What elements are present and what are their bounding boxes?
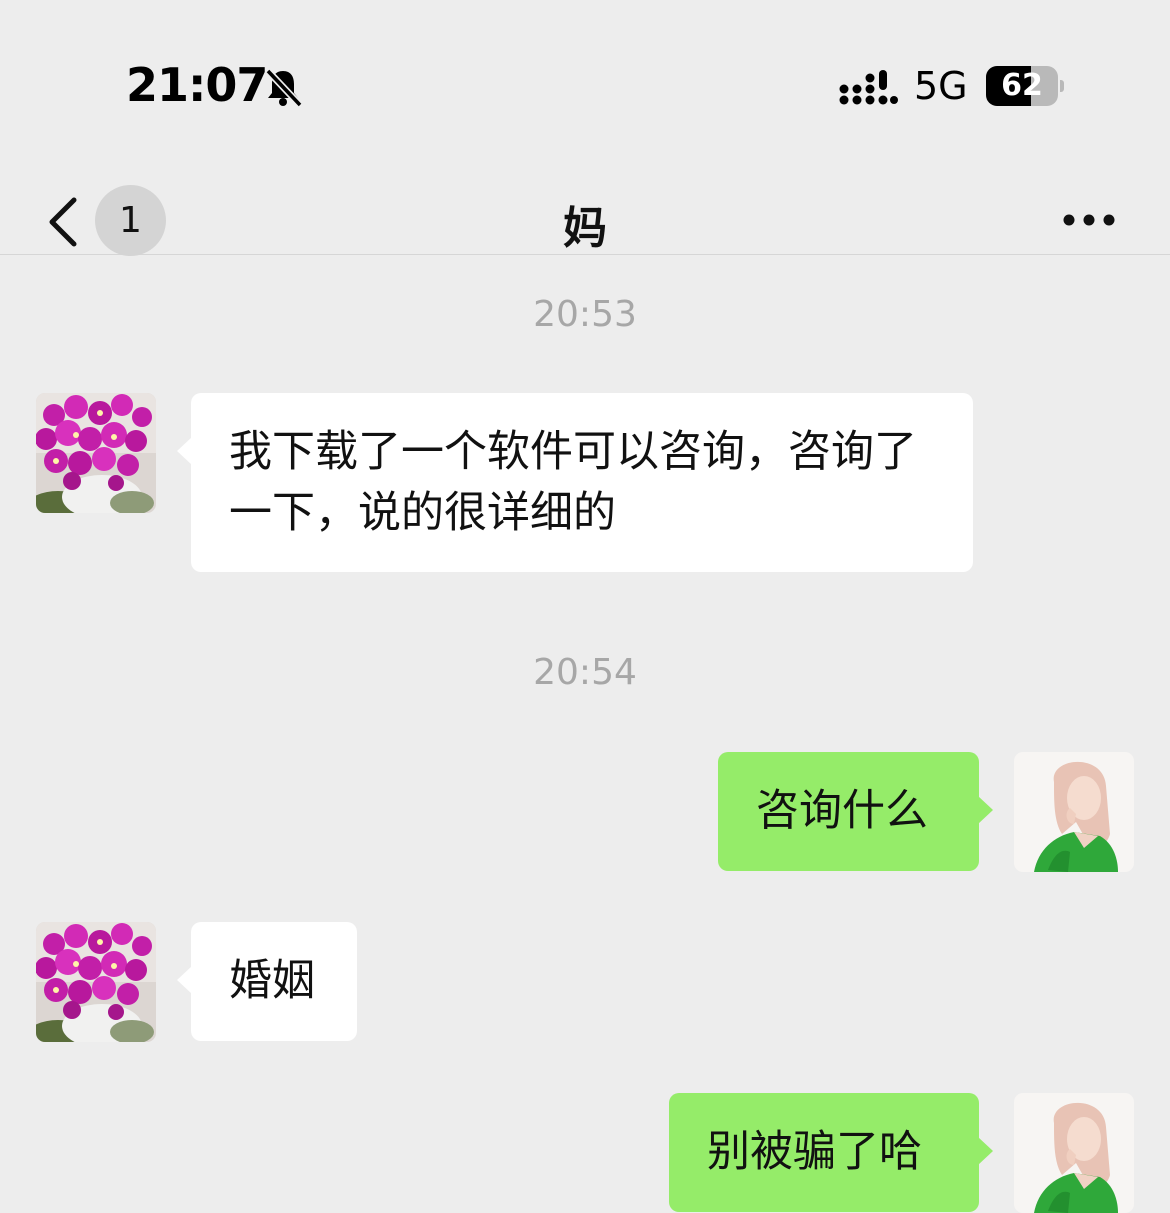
cellular-signal-icon <box>839 70 898 105</box>
contact-avatar[interactable] <box>36 922 156 1042</box>
message-timestamp: 20:54 <box>533 652 637 693</box>
user-avatar[interactable] <box>1014 752 1134 872</box>
status-time: 21:07 <box>126 58 268 112</box>
message-text: 咨询什么 <box>756 786 928 836</box>
message-text: 别被骗了哈 <box>707 1127 922 1177</box>
bubble-tail <box>978 796 993 824</box>
message-bubble-incoming[interactable]: 婚姻 <box>177 922 357 1041</box>
chat-title: 妈 <box>563 203 607 254</box>
battery-indicator: 62 <box>986 66 1064 106</box>
bell-slash-icon <box>265 68 303 108</box>
ellipsis-icon[interactable] <box>1062 210 1116 230</box>
bubble-tail <box>177 437 192 465</box>
network-type: 5G <box>914 64 968 108</box>
message-bubble-incoming[interactable]: 我下载了一个软件可以咨询，咨询了一下，说的很详细的 <box>177 393 973 572</box>
battery-tip <box>1060 80 1064 92</box>
message-bubble-outgoing[interactable]: 咨询什么 <box>718 752 993 871</box>
battery-body: 62 <box>986 66 1058 106</box>
bubble-tail <box>978 1137 993 1165</box>
message-bubble-outgoing[interactable]: 别被骗了哈 <box>669 1093 993 1212</box>
user-avatar[interactable] <box>1014 1093 1134 1213</box>
message-text: 我下载了一个软件可以咨询，咨询了一下，说的很详细的 <box>229 427 917 538</box>
battery-level: 62 <box>1001 68 1043 103</box>
message-timestamp: 20:53 <box>533 294 637 335</box>
status-bar: 21:07 5G 62 <box>0 0 1170 170</box>
chat-header: 1 妈 <box>0 180 1170 256</box>
message-text: 婚姻 <box>229 956 315 1006</box>
bubble-tail <box>177 966 192 994</box>
contact-avatar[interactable] <box>36 393 156 513</box>
